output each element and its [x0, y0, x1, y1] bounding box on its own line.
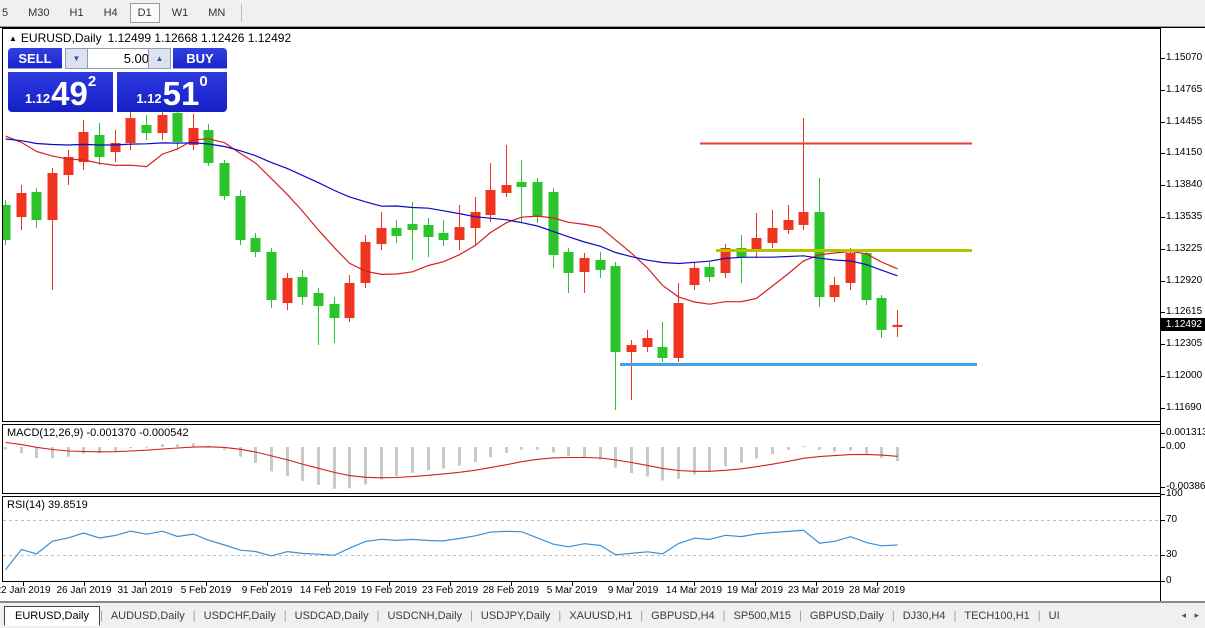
date-axis-label: 22 Jan 2019: [0, 585, 51, 596]
date-axis-label: 14 Mar 2019: [665, 585, 723, 596]
date-axis-label: 23 Feb 2019: [421, 585, 479, 596]
chart-tab-TECH100-H1[interactable]: TECH100,H1: [956, 606, 1037, 626]
rsi-axis-label: 100: [1166, 488, 1183, 499]
date-axis-label: 28 Feb 2019: [482, 585, 540, 596]
chart-title: ▲ EURUSD,Daily 1.12499 1.12668 1.12426 1.1…: [9, 31, 291, 45]
price-axis-label: 1.12305: [1166, 338, 1203, 349]
volume-increase-button[interactable]: ▲: [148, 48, 171, 69]
date-axis-label: 31 Jan 2019: [117, 585, 173, 596]
chart-tab-EURUSD-Daily[interactable]: EURUSD,Daily: [4, 605, 100, 626]
price-axis-label: 1.14455: [1166, 116, 1203, 127]
date-axis-label: 5 Feb 2019: [180, 585, 232, 596]
date-axis-label: 23 Mar 2019: [787, 585, 845, 596]
price-axis-label: 1.14150: [1166, 147, 1203, 158]
date-axis-label: 9 Feb 2019: [241, 585, 293, 596]
chart-tab-GBPUSD-Daily[interactable]: GBPUSD,Daily: [802, 606, 892, 626]
chart-tab-GBPUSD-H4[interactable]: GBPUSD,H4: [643, 606, 723, 626]
rsi-label: RSI(14) 39.8519: [7, 499, 88, 511]
date-axis-label: 5 Mar 2019: [546, 585, 598, 596]
macd-axis-label: 0.0013137: [1166, 427, 1205, 438]
volume-input[interactable]: [87, 48, 154, 69]
chart-tab-USDCHF-Daily[interactable]: USDCHF,Daily: [196, 606, 284, 626]
chart-tab-DJ30-H4[interactable]: DJ30,H4: [895, 606, 954, 626]
chart-tab-USDCNH-Daily[interactable]: USDCNH,Daily: [379, 606, 470, 626]
buy-price-prefix: 1.12: [136, 91, 162, 106]
buy-price-big: 51: [162, 75, 200, 112]
chart-tab-USDCAD-Daily[interactable]: USDCAD,Daily: [287, 606, 377, 626]
date-axis-label: 14 Feb 2019: [299, 585, 357, 596]
chart-tab-SP500-M15[interactable]: SP500,M15: [726, 606, 799, 626]
price-axis-label: 1.11690: [1166, 402, 1202, 413]
sell-price-pip: 2: [87, 73, 97, 90]
collapse-panel-icon[interactable]: ▲: [9, 34, 17, 43]
date-axis-label: 19 Feb 2019: [360, 585, 418, 596]
chart-tab-USDJPY-Daily[interactable]: USDJPY,Daily: [473, 606, 559, 626]
current-price-tag: 1.12492: [1161, 318, 1205, 331]
chart-ohlc-values: 1.12499 1.12668 1.12426 1.12492: [107, 31, 292, 45]
price-axis-label: 1.12920: [1166, 275, 1203, 286]
price-axis-label: 1.15070: [1166, 52, 1203, 63]
rsi-name: RSI(14): [7, 499, 45, 511]
price-axis-label: 1.12615: [1166, 306, 1203, 317]
macd-axis-label: 0.00: [1166, 441, 1186, 452]
tab-scroll-arrows[interactable]: ◂ ▸: [1181, 610, 1202, 621]
chevron-up-icon: ▲: [155, 54, 164, 63]
sell-button[interactable]: SELL: [8, 48, 62, 69]
one-click-trade-panel: SELL ▼ ▲ BUY 1.12 49 2 1.12 51 0: [8, 48, 227, 112]
sell-price-display[interactable]: 1.12 49 2: [8, 72, 113, 112]
chart-tab-AUDUSD-Daily[interactable]: AUDUSD,Daily: [103, 606, 193, 626]
rsi-axis-label: 30: [1166, 549, 1178, 560]
sell-price-big: 49: [51, 75, 88, 112]
buy-price-pip: 0: [199, 73, 208, 90]
rsi-axis-label: 0: [1166, 575, 1172, 586]
chart-symbol-label: EURUSD,Daily: [20, 31, 102, 45]
macd-name: MACD(12,26,9): [7, 427, 84, 439]
buy-button[interactable]: BUY: [173, 48, 227, 69]
price-axis-label: 1.12000: [1166, 370, 1203, 381]
date-axis-label: 19 Mar 2019: [726, 585, 784, 596]
price-axis-label: 1.13840: [1166, 179, 1203, 190]
macd-values: -0.001370 -0.000542: [86, 427, 189, 439]
macd-label: MACD(12,26,9) -0.001370 -0.000542: [7, 427, 189, 439]
chart-tab-UI[interactable]: UI: [1041, 606, 1068, 626]
volume-decrease-button[interactable]: ▼: [65, 48, 88, 69]
sell-price-prefix: 1.12: [24, 91, 51, 106]
rsi-axis-label: 70: [1166, 514, 1178, 525]
chart-tab-XAUUSD-H1[interactable]: XAUUSD,H1: [561, 606, 640, 626]
date-axis-label: 9 Mar 2019: [607, 585, 659, 596]
date-axis-label: 28 Mar 2019: [848, 585, 906, 596]
buy-price-display[interactable]: 1.12 51 0: [117, 72, 227, 112]
date-axis-label: 26 Jan 2019: [56, 585, 112, 596]
rsi-value: 39.8519: [47, 499, 88, 511]
price-axis-label: 1.13225: [1166, 243, 1203, 254]
price-axis-label: 1.13535: [1166, 211, 1203, 222]
price-axis-label: 1.14765: [1166, 84, 1203, 95]
chevron-down-icon: ▼: [72, 54, 81, 63]
symbol-tab-bar: EURUSD,Daily | AUDUSD,Daily | USDCHF,Daily | U…: [0, 602, 1205, 628]
